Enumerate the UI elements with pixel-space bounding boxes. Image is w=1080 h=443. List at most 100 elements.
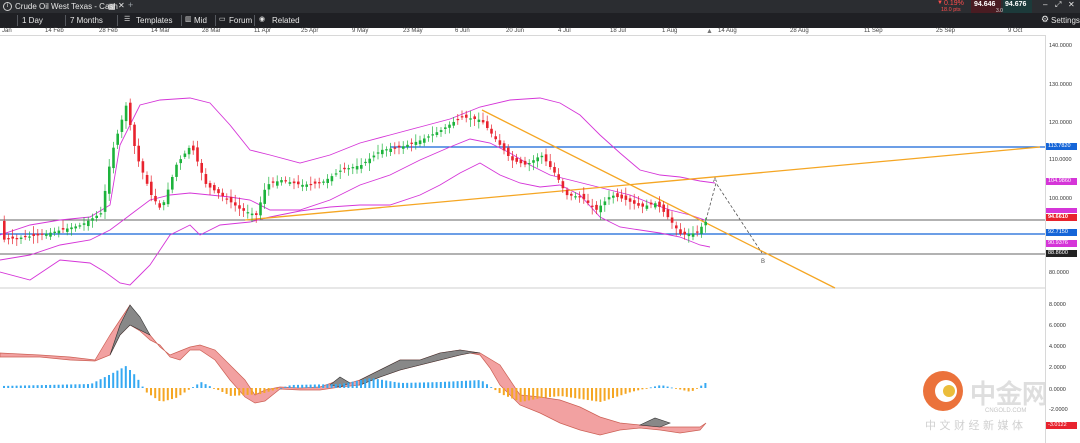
macd-histogram-bar: [414, 382, 417, 388]
interval-selector[interactable]: 1 Day: [22, 13, 43, 28]
macd-histogram-bar: [427, 382, 430, 388]
candle-body: [116, 133, 119, 145]
divider: [117, 15, 118, 26]
forum-button[interactable]: Forum: [229, 13, 252, 28]
macd-histogram-bar: [57, 384, 60, 388]
candle-body: [305, 184, 308, 187]
macd-histogram-bar: [402, 382, 404, 388]
candle-body: [284, 180, 287, 182]
macd-pane: [0, 304, 707, 436]
date-label: 9 May: [352, 28, 369, 34]
candle-body: [158, 203, 161, 208]
macd-histogram-bar: [238, 388, 241, 396]
macd-histogram-bar: [141, 386, 144, 388]
macd-histogram-bar: [267, 388, 270, 392]
candle-body: [439, 130, 443, 132]
mid-button[interactable]: Mid: [194, 13, 207, 28]
candle-body: [213, 185, 216, 191]
expand-icon[interactable]: ⤢: [1055, 0, 1061, 10]
macd-histogram-bar: [66, 384, 68, 388]
candle-body: [57, 230, 61, 234]
candle-body: [620, 194, 623, 199]
macd-histogram-bar: [423, 382, 425, 388]
candle-body: [288, 182, 292, 184]
date-label: 11 Sep: [864, 28, 883, 34]
band-tag: [1046, 208, 1077, 213]
macd-histogram-bar: [578, 388, 581, 399]
grid-icon[interactable]: ▦: [108, 2, 116, 11]
candle-body: [322, 181, 325, 183]
macd-histogram-bar: [389, 381, 392, 388]
macd-histogram-bar: [494, 388, 497, 391]
candle-body: [465, 114, 468, 118]
macd-histogram-bar: [53, 384, 56, 388]
macd-histogram-bar: [490, 387, 493, 388]
candle-body: [3, 220, 6, 240]
range-selector[interactable]: 7 Months: [70, 13, 103, 28]
candle-body: [108, 166, 111, 194]
price-axis[interactable]: 140.0000 130.0000 120.0000 110.0000 100.…: [1045, 35, 1080, 443]
candle-body: [217, 189, 220, 194]
candle-body: [187, 147, 191, 155]
macd-histogram-bar: [645, 388, 648, 389]
macd-histogram-bar: [397, 382, 400, 388]
macd-histogram-bar: [687, 388, 690, 392]
macd-histogram-bar: [624, 388, 627, 394]
date-label: 20 Jun: [506, 28, 525, 34]
info-icon[interactable]: i: [3, 2, 12, 11]
candle-body: [599, 205, 602, 213]
macd-histogram-bar: [28, 385, 31, 388]
date-label: 11 Apr: [254, 28, 271, 34]
candle-body: [11, 236, 14, 239]
candle-body: [578, 196, 581, 198]
macd-histogram-bar: [61, 384, 64, 388]
macd-histogram-bar: [448, 381, 451, 388]
candle-body: [700, 226, 703, 234]
gear-icon[interactable]: ⚙: [1041, 14, 1049, 25]
scroll-handle-icon[interactable]: ▲: [706, 28, 713, 35]
price-tick: 100.0000: [1049, 196, 1072, 202]
macd-histogram-bar: [11, 385, 14, 388]
candle-body: [549, 161, 552, 167]
candle-body: [221, 192, 224, 197]
macd-histogram-bar: [364, 379, 367, 388]
candle-body: [448, 124, 451, 128]
macd-histogram-bar: [347, 382, 350, 388]
settings-button[interactable]: Settings: [1051, 13, 1080, 28]
candle-body: [586, 200, 590, 203]
related-button[interactable]: Related: [272, 13, 300, 28]
macd-histogram-bar: [221, 388, 224, 392]
macd-histogram-bar: [229, 388, 232, 396]
candle-body: [95, 215, 98, 218]
macd-histogram-bar: [334, 384, 337, 388]
close-icon[interactable]: ✕: [118, 1, 125, 10]
macd-histogram-bar: [355, 380, 358, 388]
macd-histogram-bar: [477, 380, 480, 388]
candle-body: [61, 228, 65, 230]
macd-histogram-bar: [444, 381, 446, 388]
price-tick: 80.0000: [1049, 270, 1069, 276]
add-tab-icon[interactable]: +: [128, 0, 133, 10]
chart-toolbar: 1 Day 7 Months ☰ Templates ▥ Mid ▭ Forum…: [0, 13, 1080, 28]
candle-body: [271, 181, 275, 183]
macd-histogram-bar: [292, 384, 295, 388]
macd-histogram-bar: [486, 384, 488, 388]
price-chart[interactable]: A B 中金网 CNGOLD.COM 中 文 财 经 新 媒 体: [0, 35, 1045, 443]
macd-histogram-bar: [591, 388, 593, 401]
macd-histogram-bar: [200, 382, 203, 388]
candle-body: [355, 166, 359, 170]
macd-histogram-bar: [649, 387, 652, 389]
macd-histogram-bar: [175, 388, 178, 398]
ask-box[interactable]: 94.676: [1003, 0, 1032, 13]
macd-histogram-bar: [145, 388, 148, 393]
black-line-tag: 88.8600: [1046, 250, 1077, 257]
candle-body: [666, 209, 670, 218]
watermark-slogan: 中 文 财 经 新 媒 体: [925, 418, 1023, 432]
templates-button[interactable]: Templates: [136, 13, 172, 28]
macd-histogram-bar: [49, 384, 52, 388]
macd-histogram-bar: [696, 388, 698, 389]
window-close-icon[interactable]: ✕: [1068, 0, 1075, 9]
candle-body: [246, 212, 250, 214]
minimize-icon[interactable]: –: [1043, 0, 1047, 9]
cngold-watermark: 中金网 CNGOLD.COM 中 文 财 经 新 媒 体: [923, 371, 1045, 432]
